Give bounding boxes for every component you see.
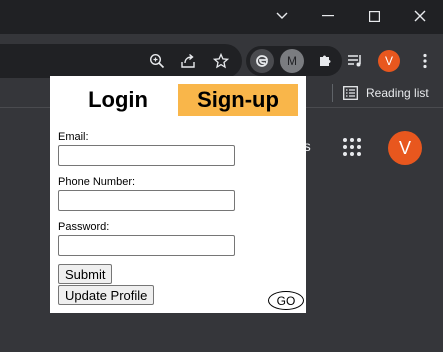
phone-field[interactable] (58, 190, 235, 211)
maximize-button[interactable] (360, 4, 388, 28)
reading-list-label: Reading list (366, 86, 429, 100)
submit-button[interactable]: Submit (58, 264, 113, 284)
title-bar (0, 0, 443, 34)
bookmarks-divider (332, 84, 333, 102)
password-label: Password: (58, 221, 110, 233)
profile-avatar-large[interactable]: V (388, 131, 422, 165)
tab-login[interactable]: Login (82, 84, 154, 116)
bookmark-star-icon[interactable] (210, 50, 232, 72)
email-label: Email: (58, 131, 89, 143)
phone-label: Phone Number: (58, 176, 136, 188)
password-field[interactable] (58, 235, 235, 256)
address-bar[interactable] (0, 44, 242, 78)
profile-avatar-small[interactable]: V (378, 50, 400, 72)
zoom-icon[interactable] (146, 50, 168, 72)
minimize-button[interactable] (314, 4, 342, 28)
media-queue-icon[interactable] (345, 50, 367, 72)
go-button[interactable]: GO (268, 291, 304, 310)
update-profile-button[interactable]: Update Profile (58, 285, 155, 305)
close-window-button[interactable] (406, 4, 434, 28)
share-icon[interactable] (177, 50, 199, 72)
reading-list-icon (343, 86, 358, 100)
tab-signup[interactable]: Sign-up (178, 84, 298, 116)
email-field[interactable] (58, 145, 235, 166)
extension-m-icon[interactable]: M (280, 49, 304, 73)
extensions-puzzle-icon[interactable] (314, 50, 336, 72)
edge-extension-icon[interactable] (250, 49, 274, 73)
extension-popup: Login Sign-up Email: Phone Number: Passw… (50, 76, 306, 313)
tab-search-icon[interactable] (268, 4, 296, 28)
google-apps-icon[interactable] (343, 138, 361, 156)
reading-list-button[interactable]: Reading list (343, 84, 429, 102)
browser-toolbar (0, 44, 443, 78)
chrome-menu-icon[interactable] (414, 50, 436, 72)
